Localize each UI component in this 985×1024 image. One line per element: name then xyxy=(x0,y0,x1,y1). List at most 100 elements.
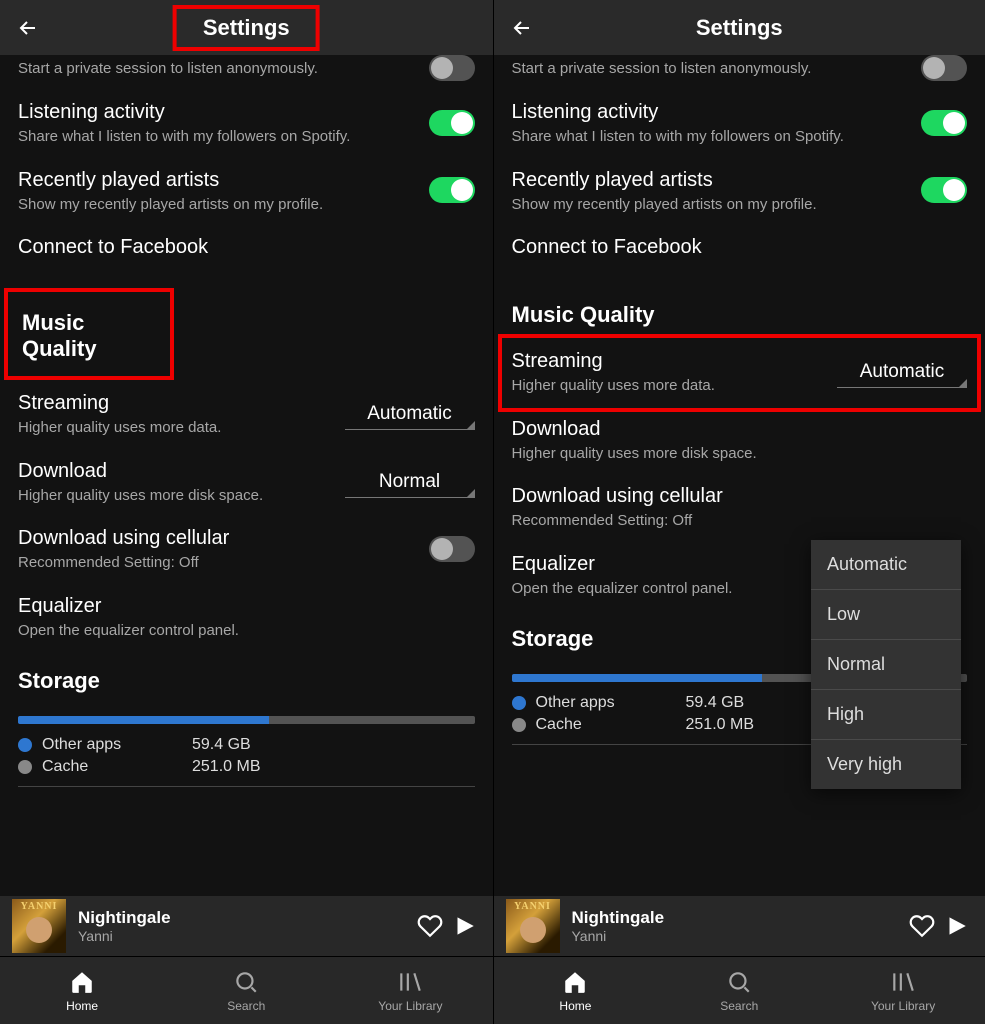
row-title: Connect to Facebook xyxy=(512,234,956,260)
toggle-private-session[interactable] xyxy=(921,55,967,81)
nav-search[interactable]: Search xyxy=(164,957,328,1024)
toggle-recently-played[interactable] xyxy=(921,177,967,203)
settings-row-connect-facebook[interactable]: Connect to Facebook xyxy=(494,224,985,270)
play-icon[interactable] xyxy=(447,913,481,939)
storage-legend-cache: Cache 251.0 MB xyxy=(0,756,493,778)
row-title: Equalizer xyxy=(18,593,463,619)
row-title: Download using cellular xyxy=(512,483,956,509)
row-subtitle: Start a private session to listen anonym… xyxy=(512,59,910,79)
nav-home[interactable]: Home xyxy=(0,957,164,1024)
nav-search[interactable]: Search xyxy=(657,957,821,1024)
settings-row-download-cellular[interactable]: Download using cellular Recommended Sett… xyxy=(494,473,985,541)
nav-label: Your Library xyxy=(871,999,935,1013)
page-title: Settings xyxy=(696,15,783,41)
now-playing-artist: Yanni xyxy=(78,928,413,944)
toggle-listening-activity[interactable] xyxy=(921,110,967,136)
settings-row-listening-activity[interactable]: Listening activity Share what I listen t… xyxy=(0,89,493,157)
nav-home[interactable]: Home xyxy=(494,957,658,1024)
now-playing-bar[interactable]: Nightingale Yanni xyxy=(0,896,493,956)
album-art[interactable] xyxy=(12,899,66,953)
legend-value: 59.4 GB xyxy=(686,694,745,712)
row-subtitle: Show my recently played artists on my pr… xyxy=(18,195,417,215)
storage-bar xyxy=(18,716,475,724)
section-music-quality: Music Quality xyxy=(494,270,985,338)
row-title: Recently played artists xyxy=(18,167,417,193)
settings-row-listening-activity[interactable]: Listening activity Share what I listen t… xyxy=(494,89,985,157)
heart-icon[interactable] xyxy=(905,913,939,939)
settings-row-recently-played[interactable]: Recently played artists Show my recently… xyxy=(494,157,985,225)
row-title: Download using cellular xyxy=(18,525,417,551)
row-subtitle: Show my recently played artists on my pr… xyxy=(512,195,910,215)
legend-label: Other apps xyxy=(42,736,192,754)
dropdown-streaming-quality[interactable]: Automatic xyxy=(345,397,475,430)
row-subtitle: Share what I listen to with my followers… xyxy=(18,127,417,147)
now-playing-bar[interactable]: Nightingale Yanni xyxy=(494,896,985,956)
page-title: Settings xyxy=(173,5,320,51)
dropdown-streaming-quality[interactable]: Automatic xyxy=(837,355,967,388)
settings-row-connect-facebook[interactable]: Connect to Facebook xyxy=(0,224,493,270)
settings-row-equalizer[interactable]: Equalizer Open the equalizer control pan… xyxy=(0,583,493,651)
legend-label: Other apps xyxy=(536,694,686,712)
nav-label: Home xyxy=(559,999,591,1013)
section-music-quality: Music Quality xyxy=(4,288,174,380)
legend-value: 251.0 MB xyxy=(686,716,754,734)
row-title: Listening activity xyxy=(512,99,910,125)
now-playing-artist: Yanni xyxy=(572,928,906,944)
play-icon[interactable] xyxy=(939,913,973,939)
back-button[interactable] xyxy=(14,14,42,42)
nav-bar: Home Search Your Library xyxy=(494,956,985,1024)
row-title: Download xyxy=(18,458,333,484)
toggle-listening-activity[interactable] xyxy=(429,110,475,136)
phone-right: Settings Start a private session to list… xyxy=(493,0,985,1024)
row-subtitle: Start a private session to listen anonym… xyxy=(18,59,417,79)
nav-bar: Home Search Your Library xyxy=(0,956,493,1024)
quality-option-very-high[interactable]: Very high xyxy=(811,740,961,789)
settings-row-download[interactable]: Download Higher quality uses more disk s… xyxy=(494,406,985,474)
settings-row-streaming[interactable]: Streaming Higher quality uses more data.… xyxy=(0,380,493,448)
nav-library[interactable]: Your Library xyxy=(821,957,985,1024)
quality-option-normal[interactable]: Normal xyxy=(811,640,961,690)
phone-left: Settings Start a private session to list… xyxy=(0,0,493,1024)
row-title: Connect to Facebook xyxy=(18,234,463,260)
settings-row-private-session[interactable]: Start a private session to listen anonym… xyxy=(494,55,985,89)
row-subtitle: Higher quality uses more data. xyxy=(512,376,826,396)
settings-row-recently-played[interactable]: Recently played artists Show my recently… xyxy=(0,157,493,225)
toggle-download-cellular[interactable] xyxy=(429,536,475,562)
quality-option-high[interactable]: High xyxy=(811,690,961,740)
settings-row-download[interactable]: Download Higher quality uses more disk s… xyxy=(0,448,493,516)
row-subtitle: Higher quality uses more data. xyxy=(18,418,333,438)
nav-label: Search xyxy=(227,999,265,1013)
header: Settings xyxy=(494,0,985,55)
settings-row-download-cellular[interactable]: Download using cellular Recommended Sett… xyxy=(0,515,493,583)
now-playing-title: Nightingale xyxy=(572,908,906,928)
nav-label: Your Library xyxy=(378,999,442,1013)
legend-value: 251.0 MB xyxy=(192,758,260,776)
quality-option-automatic[interactable]: Automatic xyxy=(811,540,961,590)
toggle-private-session[interactable] xyxy=(429,55,475,81)
album-art[interactable] xyxy=(506,899,560,953)
row-title: Recently played artists xyxy=(512,167,910,193)
heart-icon[interactable] xyxy=(413,913,447,939)
row-title: Streaming xyxy=(512,348,826,374)
dropdown-download-quality[interactable]: Normal xyxy=(345,465,475,498)
row-title: Download xyxy=(512,416,956,442)
settings-body: Start a private session to listen anonym… xyxy=(0,55,493,896)
nav-library[interactable]: Your Library xyxy=(328,957,492,1024)
row-subtitle: Recommended Setting: Off xyxy=(18,553,417,573)
legend-label: Cache xyxy=(42,758,192,776)
nav-label: Home xyxy=(66,999,98,1013)
quality-option-low[interactable]: Low xyxy=(811,590,961,640)
now-playing-title: Nightingale xyxy=(78,908,413,928)
row-subtitle: Open the equalizer control panel. xyxy=(18,621,463,641)
row-title: Listening activity xyxy=(18,99,417,125)
row-title: Streaming xyxy=(18,390,333,416)
row-subtitle: Higher quality uses more disk space. xyxy=(18,486,333,506)
toggle-recently-played[interactable] xyxy=(429,177,475,203)
streaming-quality-popup: Automatic Low Normal High Very high xyxy=(811,540,961,789)
back-button[interactable] xyxy=(508,14,536,42)
header: Settings xyxy=(0,0,493,55)
row-subtitle: Share what I listen to with my followers… xyxy=(512,127,910,147)
settings-row-private-session[interactable]: Start a private session to listen anonym… xyxy=(0,55,493,89)
settings-row-streaming[interactable]: Streaming Higher quality uses more data.… xyxy=(494,338,985,406)
storage-legend-other: Other apps 59.4 GB xyxy=(0,734,493,756)
